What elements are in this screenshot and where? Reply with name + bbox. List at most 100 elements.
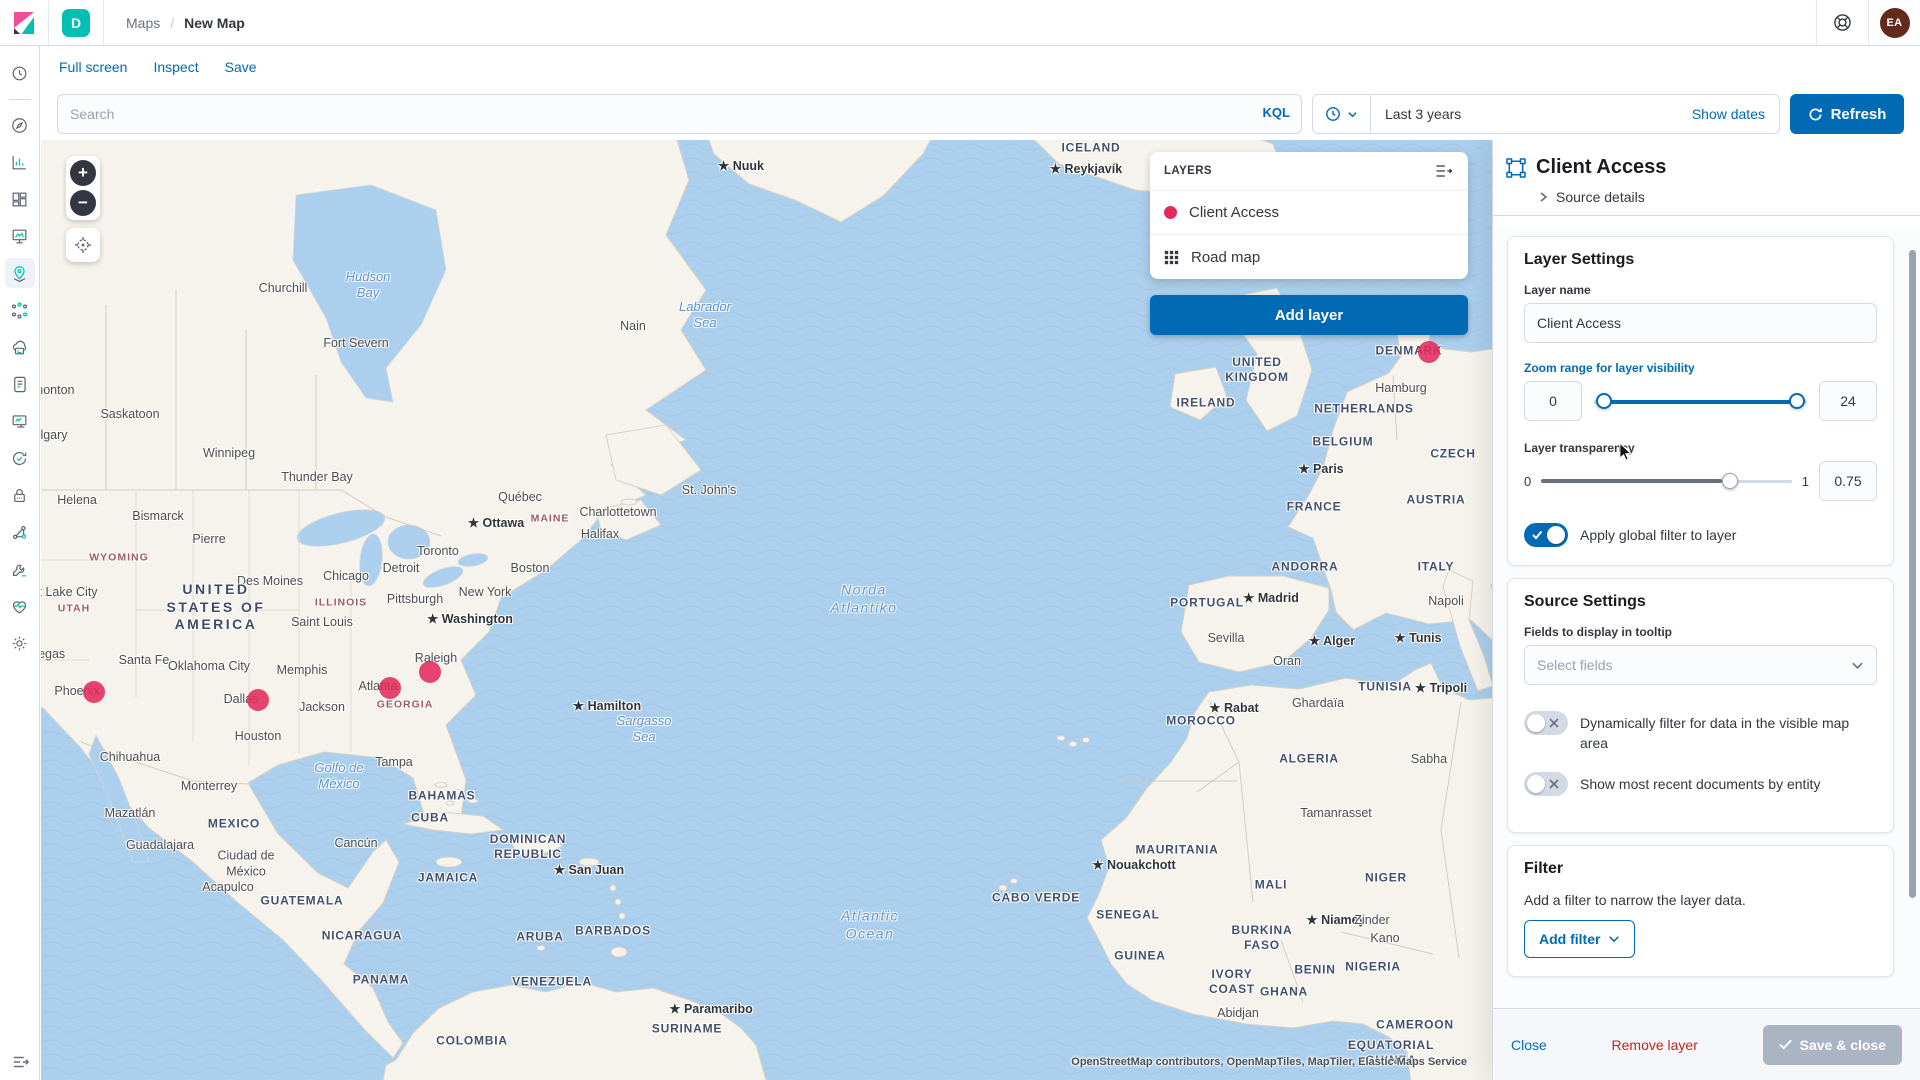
source-toggle[interactable] <box>1524 772 1568 796</box>
graph-icon <box>10 523 29 542</box>
top-header-bar: D Maps / New Map EA <box>0 0 1920 46</box>
layer-settings-flyout: Client Access Source details Layer Setti… <box>1492 140 1920 1080</box>
dashboard-icon <box>10 190 29 209</box>
save-and-close-button[interactable]: Save & close <box>1763 1025 1902 1065</box>
crosshair-ticks-icon <box>74 236 92 254</box>
transparency-value-input[interactable]: 0.75 <box>1819 461 1877 501</box>
zoom-range-max-handle[interactable] <box>1789 393 1805 409</box>
global-filter-toggle[interactable] <box>1524 523 1568 547</box>
zoom-out-button[interactable]: − <box>70 190 96 216</box>
refresh-button[interactable]: Refresh <box>1790 94 1904 134</box>
flyout-scroll-area: Layer Settings Layer name Zoom range for… <box>1493 228 1920 1008</box>
query-language-toggle[interactable]: KQL <box>1263 105 1290 120</box>
add-filter-button[interactable]: Add filter <box>1524 920 1635 958</box>
set-view-button[interactable] <box>66 228 100 262</box>
sidebar-item-metrics[interactable] <box>5 332 35 362</box>
zoom-max-input[interactable]: 24 <box>1819 381 1877 421</box>
layer-name: Client Access <box>1189 204 1279 221</box>
sidebar-item-recently-viewed[interactable] <box>5 58 35 88</box>
breadcrumb-separator: / <box>170 15 174 31</box>
map-canvas[interactable]: ICELAND★ Nuuk★ ReykjavíkChurchillHudson … <box>41 140 1493 1080</box>
user-menu-button[interactable]: EA <box>1868 0 1920 45</box>
refresh-icon <box>1808 107 1823 122</box>
help-menu-button[interactable] <box>1816 0 1868 45</box>
check-icon <box>1779 1039 1792 1050</box>
sidebar-item-maps[interactable] <box>5 258 35 288</box>
logs-icon <box>10 375 29 394</box>
security-icon <box>10 486 29 505</box>
space-badge[interactable]: D <box>62 9 90 37</box>
save-button[interactable]: Save <box>225 59 257 75</box>
source-toggle[interactable] <box>1524 711 1568 735</box>
expand-nav-icon[interactable] <box>12 1054 30 1070</box>
tooltip-fields-select[interactable]: Select fields <box>1524 645 1877 685</box>
zoom-range-label: Zoom range for layer visibility <box>1524 361 1877 375</box>
chevron-right-icon <box>1537 191 1549 203</box>
time-range-value[interactable]: Last 3 years <box>1371 106 1461 122</box>
sidebar-item-discover[interactable] <box>5 110 35 140</box>
maps-icon <box>10 264 29 283</box>
time-picker-quick-menu[interactable] <box>1313 95 1371 133</box>
zoom-min-input[interactable]: 0 <box>1524 381 1582 421</box>
layer-row-road-map[interactable]: Road map <box>1150 235 1468 279</box>
layer-row-client-access[interactable]: Client Access <box>1150 191 1468 235</box>
inspect-button[interactable]: Inspect <box>153 59 198 75</box>
layers-panel-title: LAYERS <box>1164 165 1212 177</box>
collapse-panel-icon[interactable] <box>1434 162 1454 180</box>
recently-viewed-icon <box>10 64 29 83</box>
sidebar-item-visualize[interactable] <box>5 147 35 177</box>
sidebar-item-dev-tools[interactable] <box>5 554 35 584</box>
document-point[interactable] <box>1418 341 1440 363</box>
layer-settings-card: Layer Settings Layer name Zoom range for… <box>1507 236 1894 566</box>
flyout-scrollbar[interactable] <box>1909 250 1916 898</box>
sidebar-item-dashboard[interactable] <box>5 184 35 214</box>
source-settings-heading: Source Settings <box>1524 593 1877 611</box>
full-screen-button[interactable]: Full screen <box>59 59 127 75</box>
space-switcher[interactable]: D <box>48 0 104 45</box>
zoom-range-slider[interactable] <box>1594 393 1807 409</box>
show-dates-button[interactable]: Show dates <box>1692 106 1779 122</box>
transparency-max: 1 <box>1802 474 1809 489</box>
sidebar-item-management[interactable] <box>5 628 35 658</box>
sidebar-item-uptime[interactable] <box>5 443 35 473</box>
close-button[interactable]: Close <box>1511 1037 1547 1053</box>
help-icon <box>1833 13 1852 32</box>
add-layer-button[interactable]: Add layer <box>1150 295 1468 335</box>
document-point[interactable] <box>379 677 401 699</box>
layers-panel: LAYERS Client Access Road map <box>1150 152 1468 279</box>
visualize-icon <box>10 153 29 172</box>
breadcrumb-maps[interactable]: Maps <box>126 15 160 31</box>
sidebar-item-logs[interactable] <box>5 369 35 399</box>
discover-icon <box>10 116 29 135</box>
remove-layer-button[interactable]: Remove layer <box>1612 1037 1698 1053</box>
layer-name-input[interactable] <box>1524 303 1877 343</box>
breadcrumb: Maps / New Map <box>126 15 245 31</box>
app-toolbar: Full screen Inspect Save <box>41 46 1920 88</box>
transparency-handle[interactable] <box>1722 473 1738 489</box>
time-picker: Last 3 years Show dates <box>1312 94 1780 134</box>
cross-icon <box>1549 718 1559 728</box>
sidebar-item-security[interactable] <box>5 480 35 510</box>
sidebar-item-apm[interactable] <box>5 406 35 436</box>
filter-heading: Filter <box>1524 860 1877 878</box>
sidebar-item-graph[interactable] <box>5 517 35 547</box>
elastic-logo[interactable] <box>0 10 48 36</box>
left-nav-sidebar <box>0 46 40 1080</box>
chevron-down-icon <box>1347 109 1358 120</box>
document-point[interactable] <box>83 681 105 703</box>
document-point[interactable] <box>247 689 269 711</box>
layer-name: Road map <box>1191 249 1260 266</box>
source-details-accordion[interactable]: Source details <box>1537 189 1904 205</box>
check-icon <box>1532 530 1543 540</box>
machine-learning-icon <box>10 301 29 320</box>
sidebar-item-machine-learning[interactable] <box>5 295 35 325</box>
transparency-slider[interactable] <box>1541 473 1792 489</box>
document-point[interactable] <box>419 661 441 683</box>
sidebar-item-stack-monitoring[interactable] <box>5 591 35 621</box>
avatar[interactable]: EA <box>1880 8 1910 38</box>
zoom-in-button[interactable]: + <box>70 160 96 186</box>
search-input[interactable] <box>57 94 1302 134</box>
zoom-range-min-handle[interactable] <box>1596 393 1612 409</box>
map-attribution[interactable]: OpenStreetMap contributors, OpenMapTiles… <box>1071 1056 1467 1068</box>
sidebar-item-canvas[interactable] <box>5 221 35 251</box>
